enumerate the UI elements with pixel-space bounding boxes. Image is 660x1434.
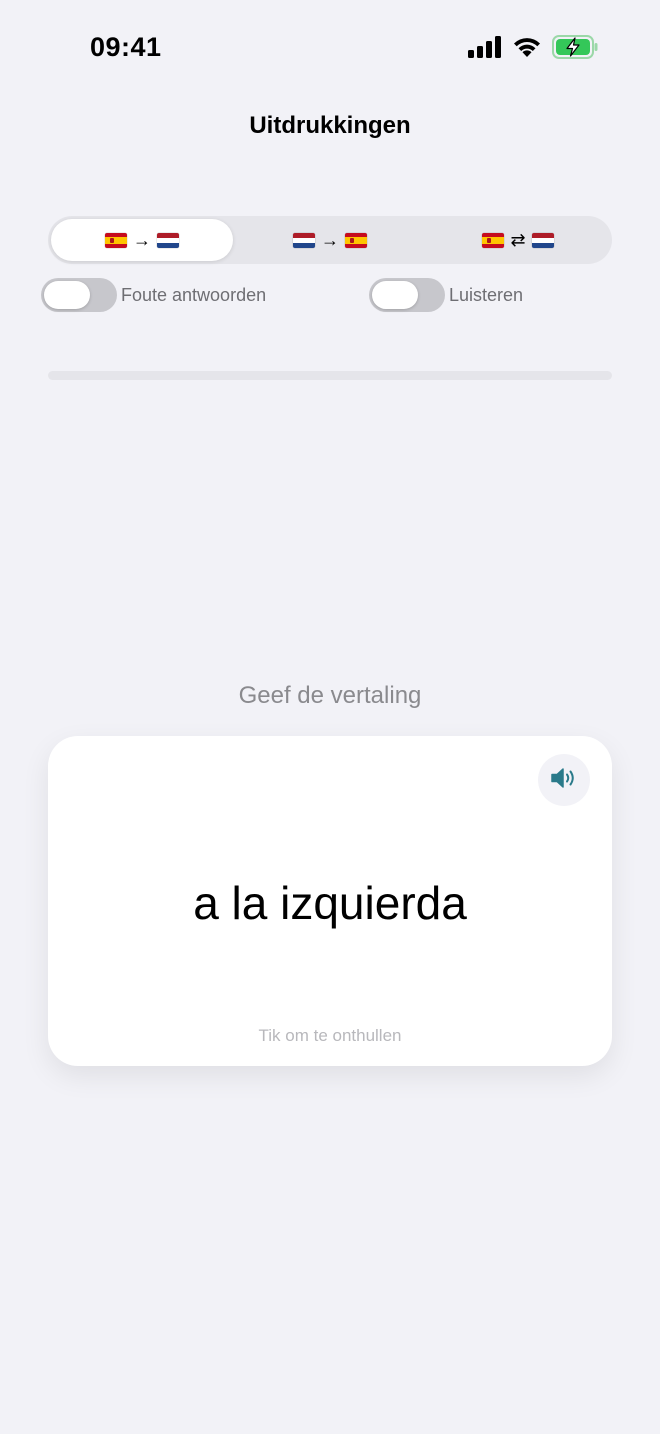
- segment-nl-to-es[interactable]: →: [239, 219, 421, 261]
- speaker-icon: [550, 766, 578, 795]
- toggle-knob: [44, 281, 90, 309]
- page-title: Uitdrukkingen: [249, 112, 411, 139]
- spain-flag-icon: [105, 232, 127, 248]
- quiz-prompt: Geef de vertaling: [238, 682, 422, 709]
- listen-toggle[interactable]: [369, 278, 445, 312]
- spain-flag-icon: [345, 232, 367, 248]
- netherlands-flag-icon: [157, 232, 179, 248]
- speaker-button[interactable]: [538, 754, 590, 806]
- arrow-right-icon: →: [133, 229, 151, 250]
- wrong-answers-toggle[interactable]: [41, 278, 117, 312]
- progress-bar: [48, 371, 612, 380]
- segment-both-directions[interactable]: ⇄: [427, 219, 609, 261]
- status-time: 09:41: [90, 32, 162, 62]
- card-word: a la izquierda: [193, 877, 467, 929]
- toggle-knob: [372, 281, 418, 309]
- listen-toggle-row: Luisteren: [369, 278, 523, 312]
- listen-label: Luisteren: [449, 284, 524, 305]
- netherlands-flag-icon: [531, 232, 554, 248]
- status-bar: 09:41: [0, 0, 660, 96]
- reveal-hint: Tik om te onthullen: [258, 1026, 402, 1045]
- flash-card[interactable]: a la izquierda Tik om te onthullen: [48, 736, 612, 1066]
- wrong-answers-label: Foute antwoorden: [121, 284, 267, 305]
- wrong-answers-toggle-row: Foute antwoorden: [41, 278, 266, 312]
- wifi-icon: [512, 36, 542, 63]
- status-icons: [468, 34, 598, 64]
- spain-flag-icon: [482, 232, 505, 248]
- netherlands-flag-icon: [293, 232, 315, 248]
- battery-charging-icon: [552, 34, 598, 64]
- direction-segmented-control: → → ⇄: [48, 216, 612, 264]
- segment-es-to-nl[interactable]: →: [51, 219, 233, 261]
- signal-icon: [468, 35, 502, 63]
- arrow-right-icon: →: [321, 229, 339, 250]
- swap-arrows-icon: ⇄: [510, 229, 526, 250]
